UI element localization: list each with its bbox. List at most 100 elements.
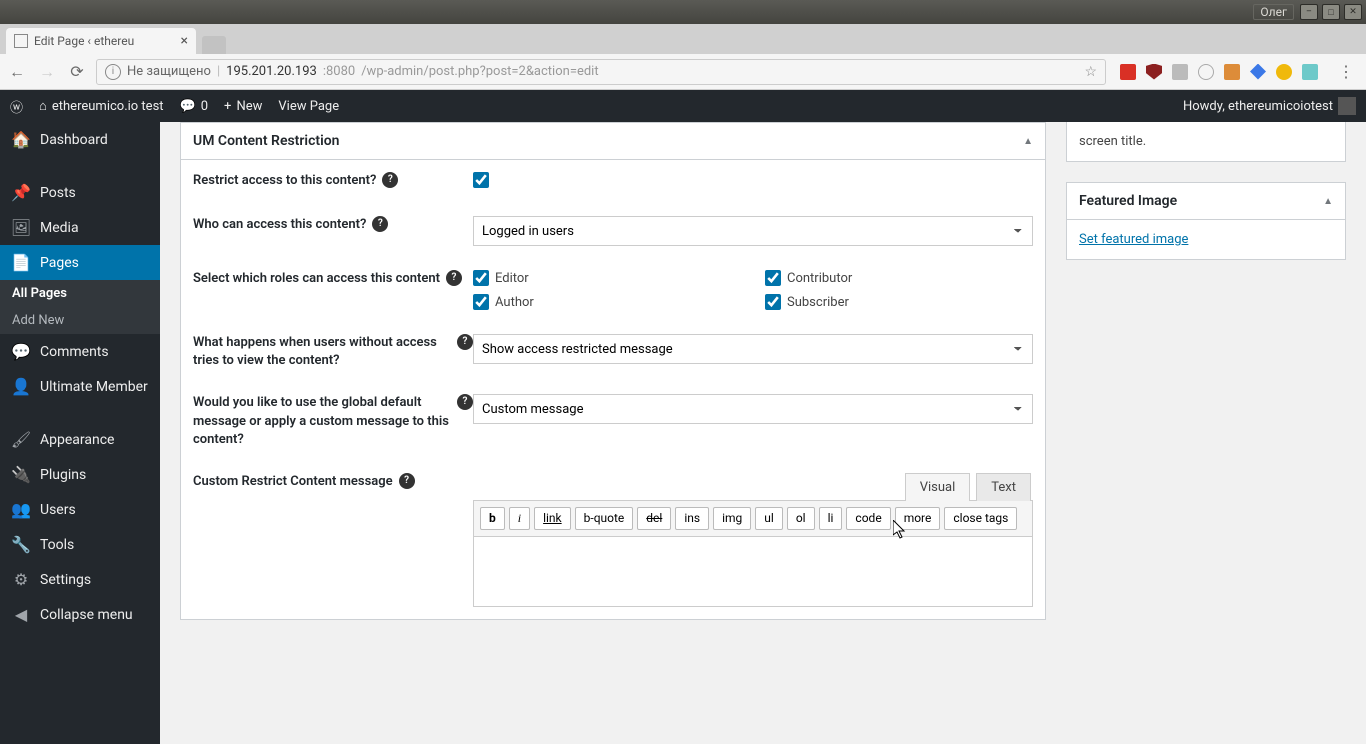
help-icon[interactable]: ? [399,473,415,489]
sidebar-item-ultimate-member[interactable]: 👤Ultimate Member [0,369,160,404]
comment-icon: 💬 [180,99,196,114]
howdy-user[interactable]: Howdy, ethereumicoiotest [1183,97,1356,115]
browser-menu-icon[interactable]: ⋮ [1332,62,1360,81]
message-type-select[interactable]: Custom message [473,394,1033,424]
pin-icon: 📌 [12,183,30,202]
address-bar: ← → ⟳ i Не защищено | 195.201.20.193:808… [0,54,1366,90]
sidebar-item-appearance[interactable]: 🖌Appearance [0,422,160,457]
ext-icon[interactable] [1224,64,1240,80]
tool-code[interactable]: code [846,507,890,530]
window-maximize[interactable]: □ [1322,4,1340,20]
toggle-indicator-icon[interactable]: ▲ [1323,196,1333,207]
role-contributor[interactable]: Contributor [765,270,1033,286]
url-host: 195.201.20.193 [226,64,317,79]
extensions [1114,64,1324,80]
wp-logo[interactable]: ⓦ [10,97,23,116]
message-type-label: Would you like to use the global default… [193,394,451,449]
help-icon[interactable]: ? [457,394,473,410]
help-icon[interactable]: ? [457,334,473,350]
sidebar-item-dashboard[interactable]: 🏠Dashboard [0,122,160,157]
screen-options-fragment: screen title. [1066,122,1346,162]
tool-ol[interactable]: ol [787,507,815,530]
featured-image-title: Featured Image [1079,193,1177,209]
avatar [1338,97,1356,115]
tool-link[interactable]: link [534,507,571,530]
site-name[interactable]: ⌂ethereumico.io test [39,98,164,114]
reload-button[interactable]: ⟳ [66,61,88,83]
wp-admin-bar: ⓦ ⌂ethereumico.io test 💬0 +New View Page… [0,90,1366,122]
noaccess-label: What happens when users without access t… [193,334,451,370]
view-page[interactable]: View Page [278,99,339,114]
box-title: UM Content Restriction [193,133,339,149]
ext-icon[interactable] [1146,64,1162,80]
tool-img[interactable]: img [713,507,751,530]
who-access-label: Who can access this content? [193,216,366,234]
who-access-select[interactable]: Logged in users [473,216,1033,246]
help-icon[interactable]: ? [372,216,388,232]
file-icon [14,34,28,48]
forward-button[interactable]: → [36,61,58,83]
comments-button[interactable]: 💬0 [180,99,209,114]
admin-sidebar: 🏠Dashboard 📌Posts 🖼Media 📄Pages All Page… [0,122,160,744]
tool-ins[interactable]: ins [675,507,709,530]
sidebar-subitem-add-new[interactable]: Add New [0,307,160,334]
close-icon[interactable]: × [181,33,188,49]
ext-icon[interactable] [1198,64,1214,80]
role-author[interactable]: Author [473,294,741,310]
home-icon: ⌂ [39,98,47,114]
set-featured-image-link[interactable]: Set featured image [1079,232,1188,247]
tool-li[interactable]: li [819,507,843,530]
noaccess-select[interactable]: Show access restricted message [473,334,1033,364]
info-icon[interactable]: i [105,64,121,80]
collapse-menu[interactable]: ◀Collapse menu [0,597,160,632]
toggle-indicator-icon[interactable]: ▲ [1023,136,1033,147]
dashboard-icon: 🏠 [12,130,30,149]
page-icon: 📄 [12,253,30,272]
tool-ul[interactable]: ul [755,507,783,530]
comment-icon: 💬 [12,342,30,361]
sidebar-item-comments[interactable]: 💬Comments [0,334,160,369]
url-path: /wp-admin/post.php?post=2&action=edit [361,64,598,79]
tab-visual[interactable]: Visual [905,473,971,501]
role-editor[interactable]: Editor [473,270,741,286]
tools-icon: 🔧 [12,535,30,554]
sidebar-item-pages[interactable]: 📄Pages [0,245,160,280]
url-field[interactable]: i Не защищено | 195.201.20.193:8080/wp-a… [96,59,1106,85]
bookmark-star-icon[interactable]: ☆ [1084,64,1097,80]
sidebar-item-tools[interactable]: 🔧Tools [0,527,160,562]
ext-icon[interactable] [1250,64,1266,80]
new-tab-button[interactable] [202,36,226,54]
tool-bold[interactable]: b [480,507,505,530]
sidebar-item-users[interactable]: 👥Users [0,492,160,527]
featured-image-box: Featured Image ▲ Set featured image [1066,182,1346,260]
tab-text[interactable]: Text [976,473,1031,501]
brush-icon: 🖌 [12,430,30,449]
window-close[interactable]: ✕ [1344,4,1362,20]
sidebar-item-plugins[interactable]: 🔌Plugins [0,457,160,492]
ext-icon[interactable] [1302,64,1318,80]
help-icon[interactable]: ? [382,172,398,188]
editor-textarea[interactable] [473,537,1033,607]
ext-icon[interactable] [1276,64,1292,80]
help-icon[interactable]: ? [446,270,462,286]
sidebar-item-media[interactable]: 🖼Media [0,210,160,245]
ext-icon[interactable] [1120,64,1136,80]
back-button[interactable]: ← [6,61,28,83]
window-minimize[interactable]: – [1300,4,1318,20]
tool-italic[interactable]: i [509,507,530,530]
url-port: :8080 [323,64,355,79]
sidebar-subitem-all-pages[interactable]: All Pages [0,280,160,307]
tool-del[interactable]: del [637,507,671,530]
sidebar-item-posts[interactable]: 📌Posts [0,175,160,210]
sidebar-item-settings[interactable]: ⚙Settings [0,562,160,597]
tool-more[interactable]: more [895,507,941,530]
ext-icon[interactable] [1172,64,1188,80]
tool-bquote[interactable]: b-quote [575,507,634,530]
restrict-access-label: Restrict access to this content? [193,172,376,190]
custom-message-label: Custom Restrict Content message [193,473,393,491]
restrict-access-checkbox[interactable] [473,172,489,188]
role-subscriber[interactable]: Subscriber [765,294,1033,310]
new-button[interactable]: +New [224,99,262,114]
browser-tab[interactable]: Edit Page ‹ ethereu × [6,28,196,54]
tool-close-tags[interactable]: close tags [944,507,1017,530]
